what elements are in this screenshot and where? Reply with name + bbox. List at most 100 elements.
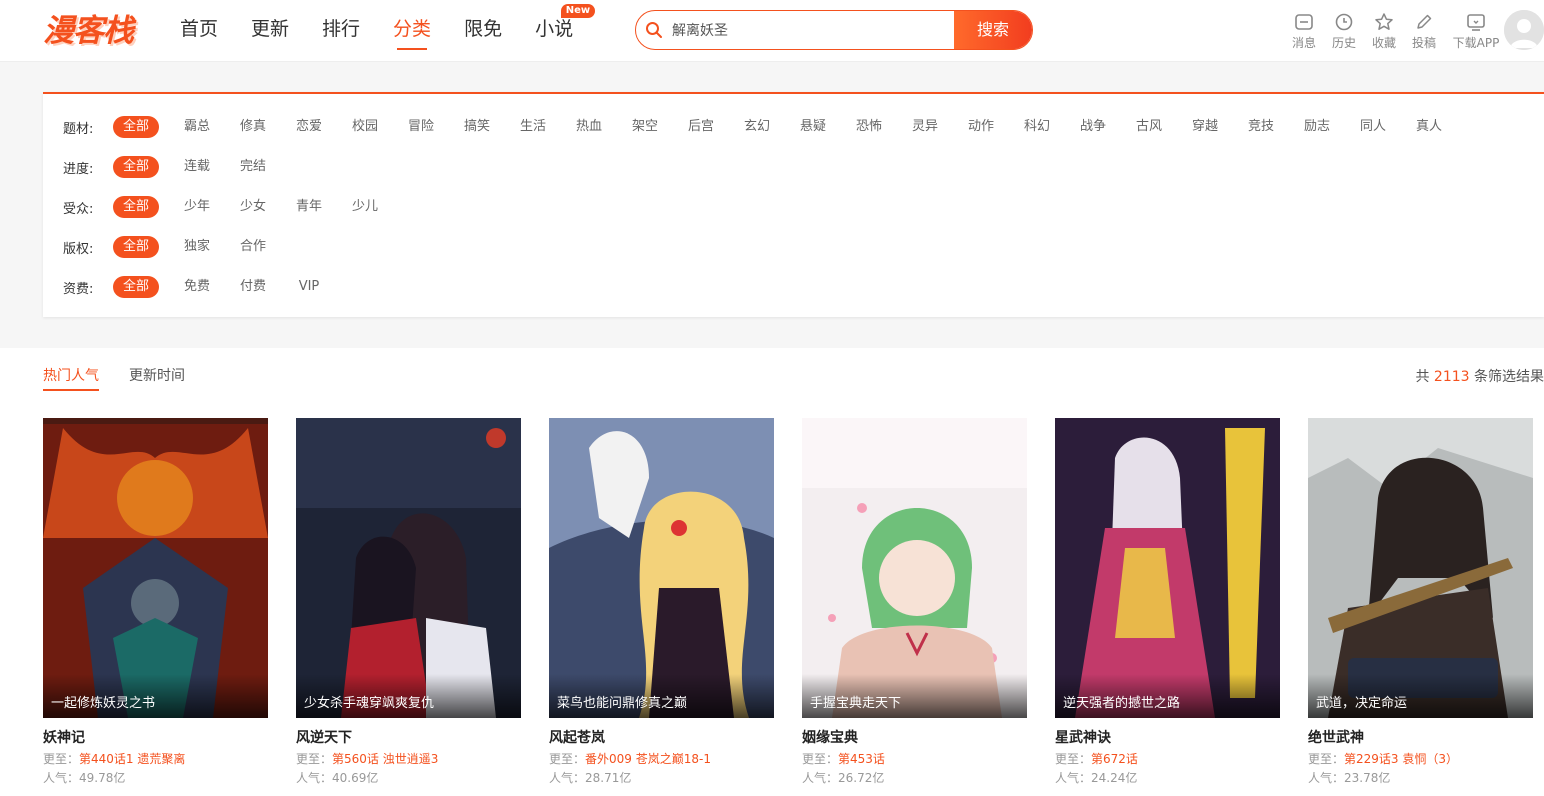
filter-option[interactable]: VIP [281, 276, 337, 298]
filter-option[interactable]: 灵异 [897, 116, 953, 138]
avatar[interactable] [1504, 10, 1544, 50]
search-input[interactable] [672, 11, 954, 49]
search-box: 搜索 [635, 10, 1033, 50]
tool-submit[interactable]: 投稿 [1404, 12, 1444, 51]
filter-option[interactable]: 悬疑 [785, 116, 841, 138]
filter-option[interactable]: 免费 [169, 276, 225, 298]
filter-option[interactable]: 励志 [1289, 116, 1345, 138]
filter-option[interactable]: 全部 [113, 196, 159, 218]
filter-option[interactable]: 独家 [169, 236, 225, 258]
comic-cover[interactable]: 少女杀手魂穿飒爽复仇 [296, 418, 521, 718]
tool-message[interactable]: 消息 [1284, 12, 1324, 51]
nav-novel-wrap[interactable]: 小说 New [535, 0, 596, 62]
cover-image [1308, 418, 1533, 718]
tool-history[interactable]: 历史 [1324, 12, 1364, 51]
comic-popularity: 人气：24.24亿 [1055, 771, 1138, 785]
filter-option[interactable]: 全部 [113, 116, 159, 138]
filter-option[interactable]: 连载 [169, 156, 225, 178]
comic-title[interactable]: 星武神诀 [1055, 727, 1280, 747]
nav-update[interactable]: 更新 [251, 0, 289, 62]
comic-card[interactable]: 逆天强者的撼世之路 星武神诀 更至：第672话 人气：24.24亿 [1055, 418, 1280, 786]
filter-option[interactable]: 后宫 [673, 116, 729, 138]
filter-option[interactable]: 搞笑 [449, 116, 505, 138]
filter-option[interactable]: 完结 [225, 156, 281, 178]
filter-row-copyright: 版权: 全部 独家 合作 [63, 235, 281, 259]
filter-option[interactable]: 恋爱 [281, 116, 337, 138]
nav-rank[interactable]: 排行 [322, 0, 360, 62]
nav-novel: 小说 [535, 18, 574, 40]
filter-option[interactable]: 修真 [225, 116, 281, 138]
tool-download-app[interactable]: 下载APP [1448, 12, 1504, 51]
update-prefix: 更至： [802, 752, 839, 766]
filter-option[interactable]: 玄幻 [729, 116, 785, 138]
filter-option[interactable]: 真人 [1401, 116, 1457, 138]
comic-card[interactable]: 菜鸟也能问鼎修真之巅 风起苍岚 更至：番外009 苍岚之巅18-1 人气：28.… [549, 418, 774, 786]
filter-option[interactable]: 同人 [1345, 116, 1401, 138]
filter-option[interactable]: 付费 [225, 276, 281, 298]
result-count-number: 2113 [1433, 369, 1470, 385]
filter-option[interactable]: 科幻 [1009, 116, 1065, 138]
latest-chapter[interactable]: 第560话 浊世逍遥3 [332, 752, 438, 766]
history-icon [1335, 13, 1353, 31]
comic-cover[interactable]: 一起修炼妖灵之书 [43, 418, 268, 718]
latest-chapter[interactable]: 第453话 [838, 752, 885, 766]
comic-card[interactable]: 武道，决定命运 绝世武神 更至：第229话3 袁恫（3） 人气：23.78亿 [1308, 418, 1533, 786]
filter-label: 题材: [63, 121, 94, 137]
nav-free[interactable]: 限免 [464, 0, 502, 62]
filter-option[interactable]: 合作 [225, 236, 281, 258]
filter-option[interactable]: 战争 [1065, 116, 1121, 138]
comic-tagline: 菜鸟也能问鼎修真之巅 [549, 674, 774, 718]
latest-chapter[interactable]: 第672话 [1091, 752, 1138, 766]
filter-option[interactable]: 动作 [953, 116, 1009, 138]
filter-option[interactable]: 少年 [169, 196, 225, 218]
filter-label: 进度: [63, 161, 94, 177]
comic-card[interactable]: 少女杀手魂穿飒爽复仇 风逆天下 更至：第560话 浊世逍遥3 人气：40.69亿 [296, 418, 521, 786]
update-prefix: 更至： [1308, 752, 1345, 766]
sort-tab-popular[interactable]: 热门人气 [43, 366, 99, 391]
filter-option[interactable]: 古风 [1121, 116, 1177, 138]
latest-chapter[interactable]: 第229话3 袁恫（3） [1344, 752, 1458, 766]
sort-tab-update-time[interactable]: 更新时间 [129, 366, 185, 386]
filter-option[interactable]: 全部 [113, 236, 159, 258]
filter-option[interactable]: 全部 [113, 156, 159, 178]
comic-cover[interactable]: 菜鸟也能问鼎修真之巅 [549, 418, 774, 718]
filter-option[interactable]: 竞技 [1233, 116, 1289, 138]
filter-option[interactable]: 校园 [337, 116, 393, 138]
comic-title[interactable]: 妖神记 [43, 727, 268, 747]
filter-option[interactable]: 穿越 [1177, 116, 1233, 138]
latest-chapter[interactable]: 番外009 苍岚之巅18-1 [585, 752, 711, 766]
filter-option[interactable]: 冒险 [393, 116, 449, 138]
comic-title[interactable]: 姻缘宝典 [802, 727, 1027, 747]
comic-cover[interactable]: 手握宝典走天下 [802, 418, 1027, 718]
comic-update: 更至：第453话 [802, 750, 1027, 767]
comic-tagline: 武道，决定命运 [1308, 674, 1533, 718]
filter-option[interactable]: 霸总 [169, 116, 225, 138]
update-prefix: 更至： [43, 752, 80, 766]
update-prefix: 更至： [1055, 752, 1092, 766]
search-button[interactable]: 搜索 [954, 11, 1032, 49]
comic-card[interactable]: 一起修炼妖灵之书 妖神记 更至：第440话1 遗荒聚离 人气：49.78亿 [43, 418, 268, 786]
comic-card[interactable]: 手握宝典走天下 姻缘宝典 更至：第453话 人气：26.72亿 [802, 418, 1027, 786]
comic-title[interactable]: 风逆天下 [296, 727, 521, 747]
filter-option[interactable]: 青年 [281, 196, 337, 218]
nav-category[interactable]: 分类 [393, 0, 431, 62]
filter-option[interactable]: 生活 [505, 116, 561, 138]
tool-submit-label: 投稿 [1411, 36, 1436, 50]
filter-option[interactable]: 恐怖 [841, 116, 897, 138]
latest-chapter[interactable]: 第440话1 遗荒聚离 [79, 752, 185, 766]
comic-cover[interactable]: 逆天强者的撼世之路 [1055, 418, 1280, 718]
comic-title[interactable]: 绝世武神 [1308, 727, 1533, 747]
filter-option[interactable]: 热血 [561, 116, 617, 138]
site-logo[interactable]: 漫客栈 [43, 10, 149, 52]
comic-update: 更至：番外009 苍岚之巅18-1 [549, 750, 774, 767]
pencil-icon [1417, 14, 1432, 29]
filter-row-audience: 受众: 全部 少年 少女 青年 少儿 [63, 195, 393, 219]
nav-home[interactable]: 首页 [180, 0, 218, 62]
filter-option[interactable]: 全部 [113, 276, 159, 298]
filter-option[interactable]: 少儿 [337, 196, 393, 218]
filter-option[interactable]: 架空 [617, 116, 673, 138]
comic-title[interactable]: 风起苍岚 [549, 727, 774, 747]
comic-cover[interactable]: 武道，决定命运 [1308, 418, 1533, 718]
filter-option[interactable]: 少女 [225, 196, 281, 218]
tool-favorite[interactable]: 收藏 [1364, 12, 1404, 51]
